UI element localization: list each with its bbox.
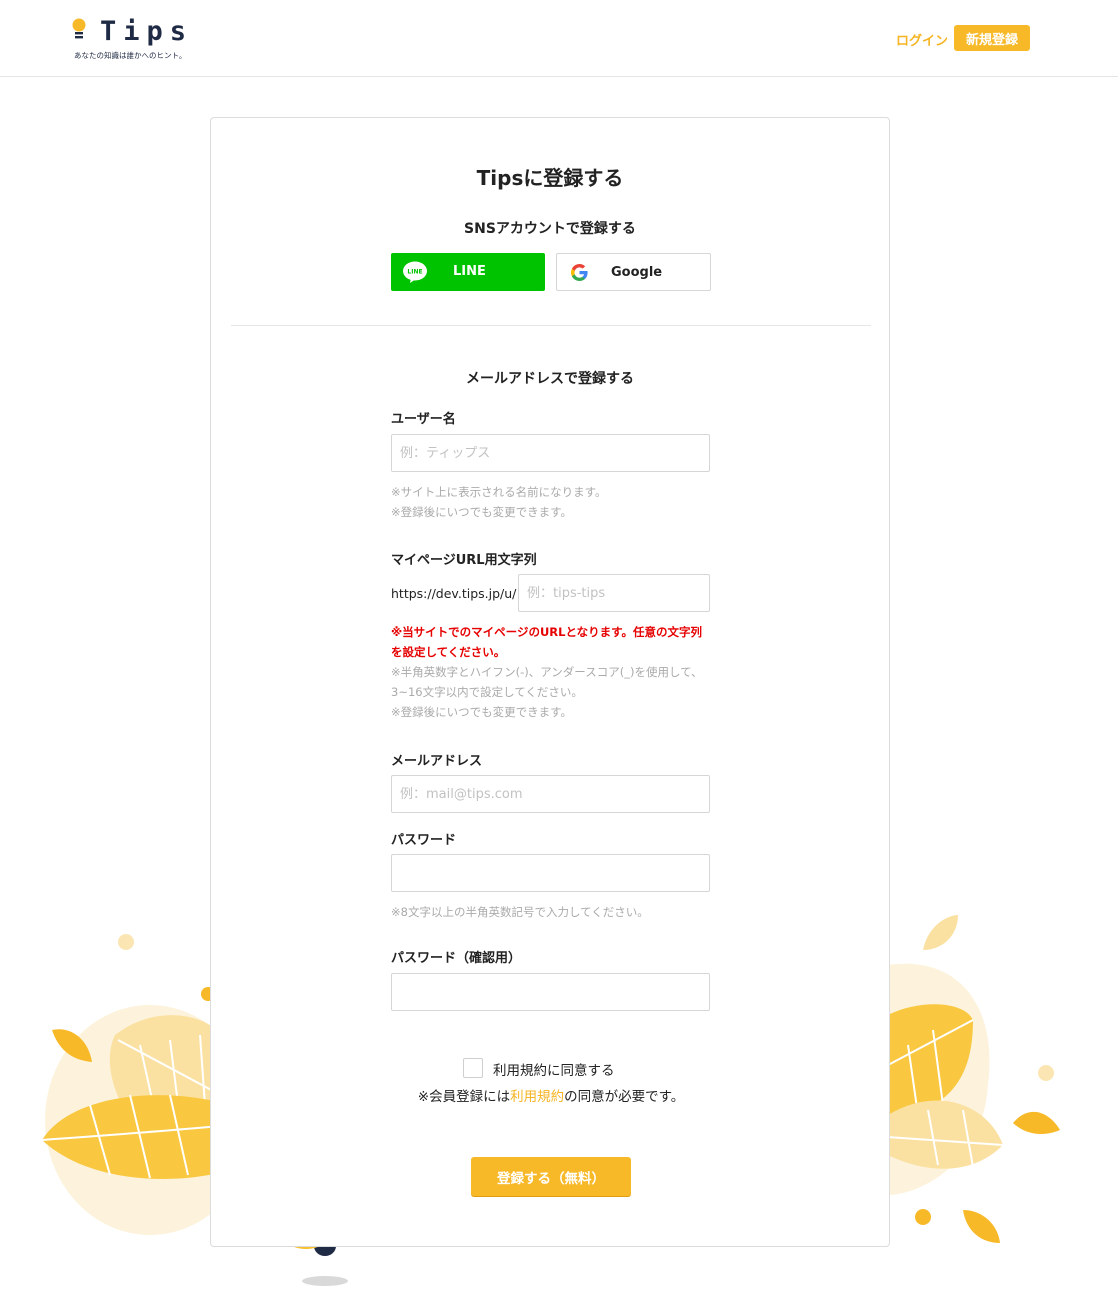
email-label: メールアドレス [391, 754, 483, 769]
leaf-decoration-right [888, 915, 1060, 1243]
logo-tagline: あなたの知識は誰かへのヒント。 [74, 51, 187, 60]
google-icon [571, 264, 588, 281]
mypage-url-label: マイページURL用文字列 [391, 553, 537, 568]
line-icon: LINE [403, 261, 427, 283]
tips-logo[interactable]: Tips あなたの知識は誰かへのヒント。 [70, 14, 200, 62]
logo-text: Tips [100, 16, 194, 47]
register-submit-button[interactable]: 登録する（無料） [471, 1157, 631, 1196]
mypage-url-warning: ※当サイトでのマイページのURLとなります。任意の文字列を設定してください。 [391, 625, 702, 659]
terms-link[interactable]: 利用規約 [510, 1089, 564, 1105]
password-confirm-label: パスワード（確認用） [391, 951, 522, 966]
mypage-url-input[interactable] [518, 574, 710, 612]
registration-card: Tipsに登録する SNSアカウントで登録する LINE LINE Google… [210, 117, 890, 1247]
line-button-label: LINE [453, 264, 486, 279]
username-note-1: ※サイト上に表示される名前になります。 [391, 485, 607, 499]
google-signup-button[interactable]: Google [556, 253, 711, 291]
email-input[interactable] [391, 775, 710, 813]
sns-heading: SNSアカウントで登録する [464, 221, 636, 237]
section-divider [231, 325, 871, 326]
mail-heading: メールアドレスで登録する [466, 371, 634, 387]
leaf-decoration-left [41, 934, 230, 1235]
password-label: パスワード [391, 833, 457, 848]
lightbulb-icon [72, 18, 86, 39]
site-header: Tips あなたの知識は誰かへのヒント。 ログイン 新規登録 [0, 0, 1118, 77]
terms-agree-row[interactable]: 利用規約に同意する [461, 1056, 661, 1080]
password-confirm-input[interactable] [391, 973, 710, 1011]
terms-checkbox[interactable] [463, 1058, 483, 1078]
username-note-2: ※登録後にいつでも変更できます。 [391, 505, 572, 519]
terms-agree-note: ※会員登録には利用規約の同意が必要です。 [211, 1085, 891, 1105]
line-icon-text: LINE [407, 269, 422, 276]
signup-button[interactable]: 新規登録 [954, 25, 1030, 51]
username-input[interactable] [391, 434, 710, 472]
terms-agree-label[interactable]: 利用規約に同意する [493, 1059, 615, 1079]
mypage-url-notes: ※当サイトでのマイページのURLとなります。任意の文字列を設定してください。 ※… [391, 622, 711, 722]
agree-note-suffix: の同意が必要です。 [564, 1089, 685, 1105]
password-input[interactable] [391, 854, 710, 892]
url-prefix: https://dev.tips.jp/u/ [391, 586, 517, 601]
username-notes: ※サイト上に表示される名前になります。 ※登録後にいつでも変更できます。 [391, 482, 711, 522]
username-label: ユーザー名 [391, 412, 456, 427]
agree-note-prefix: ※会員登録には [417, 1089, 511, 1105]
line-signup-button[interactable]: LINE LINE [391, 253, 545, 291]
login-link[interactable]: ログイン [896, 30, 948, 49]
password-note: ※8文字以上の半角英数記号で入力してください。 [391, 905, 649, 919]
mypage-url-note-2: ※登録後にいつでも変更できます。 [391, 705, 572, 719]
page-title: Tipsに登録する [476, 166, 624, 190]
google-button-label: Google [611, 265, 663, 280]
mypage-url-note-1: ※半角英数字とハイフン(-)、アンダースコア(_)を使用して、3~16文字以内で… [391, 665, 703, 699]
